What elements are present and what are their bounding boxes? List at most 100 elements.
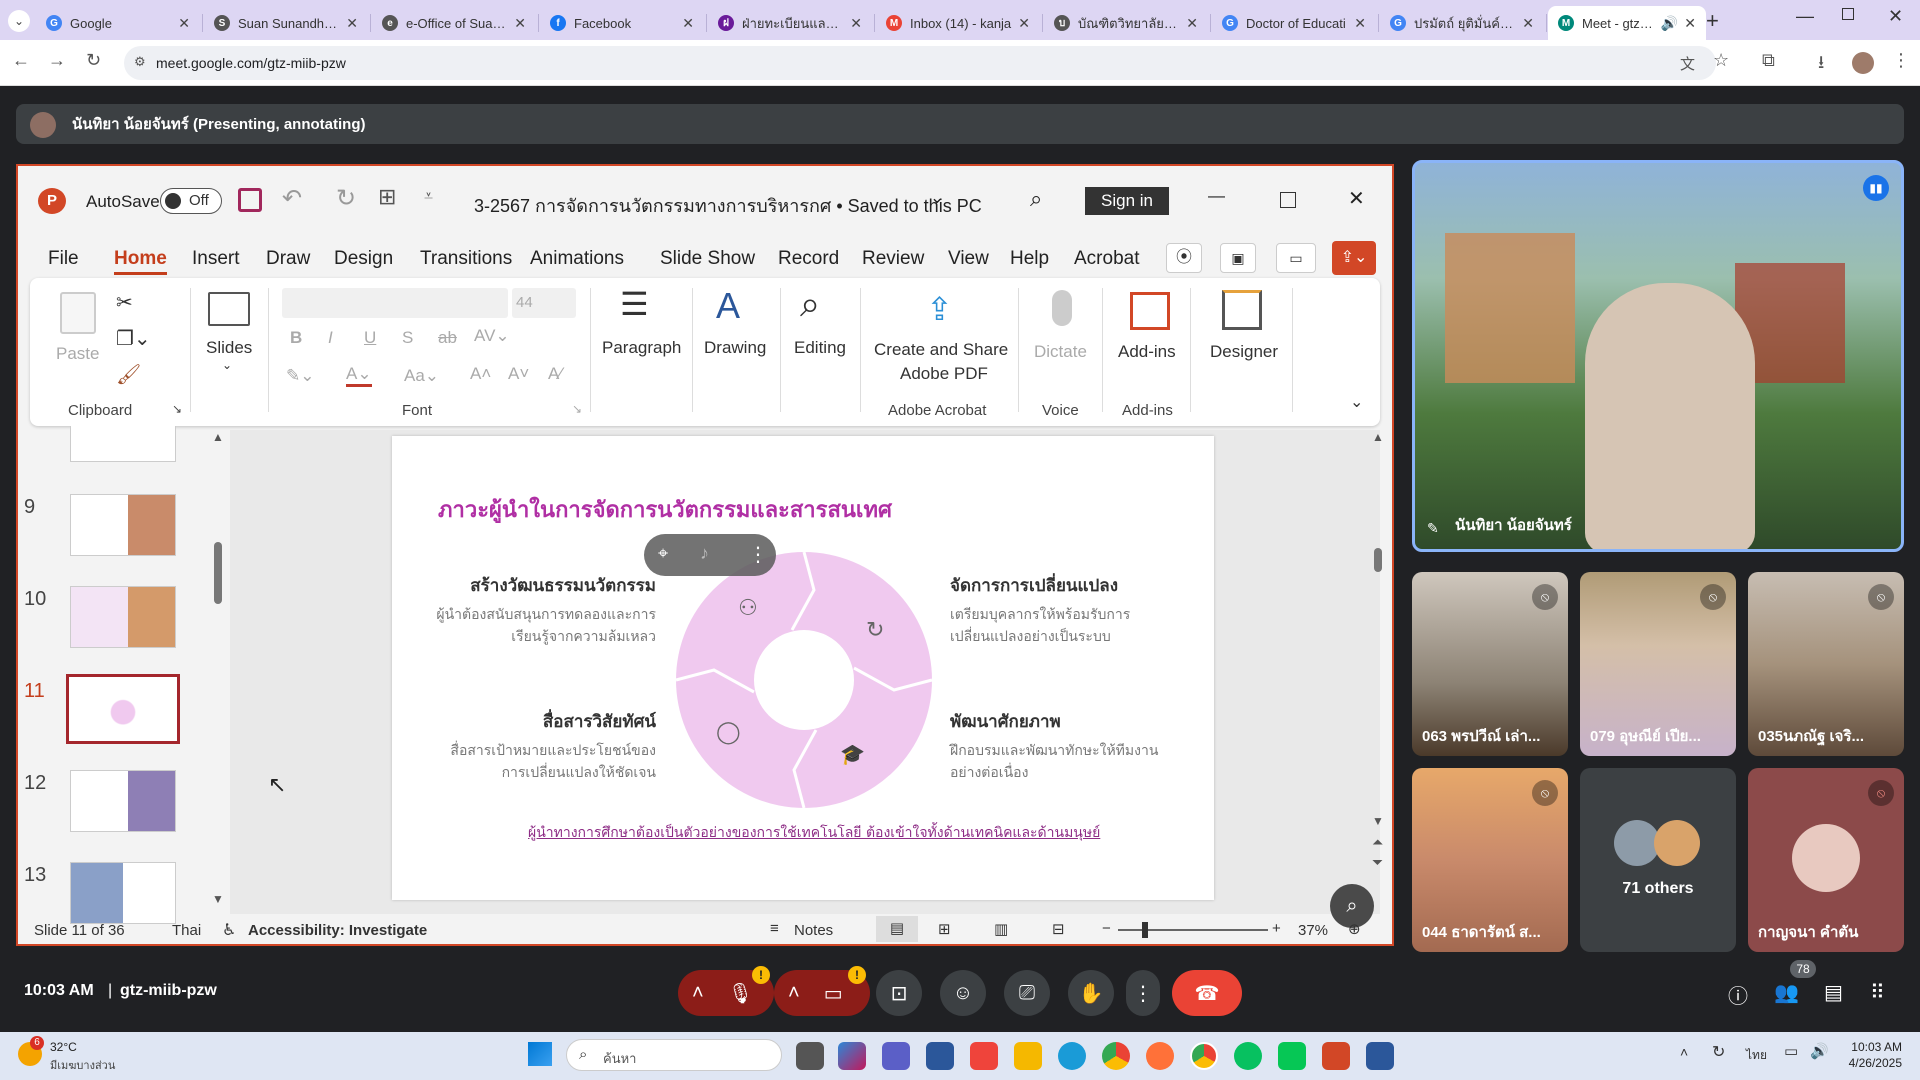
paste-icon[interactable] — [60, 292, 96, 334]
ppt-maximize-button[interactable] — [1280, 192, 1296, 208]
more-options-button[interactable]: ⋮ — [1126, 970, 1160, 1016]
participant-tile-3[interactable]: ⦸ 035นภณัฐ เจริ... — [1748, 572, 1904, 756]
record-button[interactable]: ⦿ — [1166, 243, 1202, 273]
zoom-out-icon[interactable]: − — [1102, 920, 1111, 937]
address-bar[interactable]: ⚙ meet.google.com/gtz-miib-pzw — [124, 46, 1716, 80]
language-status[interactable]: Thai — [172, 922, 201, 939]
tab-close-icon[interactable]: ✕ — [1684, 15, 1696, 32]
bold-icon[interactable]: B — [290, 328, 302, 348]
slide-thumbnail[interactable] — [70, 586, 176, 648]
extensions-icon[interactable]: ⧉ — [1762, 50, 1775, 71]
reload-icon[interactable]: ↻ — [86, 50, 101, 71]
slide-thumbnail-8[interactable] — [70, 426, 176, 462]
notes-icon[interactable]: ≡ — [770, 920, 779, 937]
browser-tab[interactable]: M Meet - gtz-m 🔊 ✕ — [1548, 6, 1706, 40]
underline-icon[interactable]: U — [364, 328, 376, 348]
slide-thumbnail[interactable] — [70, 494, 176, 556]
participant-tile-4[interactable]: ⦸ 044 ธาดารัตน์ ส... — [1412, 768, 1568, 952]
network-icon[interactable]: ▭ — [1784, 1042, 1798, 1060]
paragraph-icon[interactable]: ☰ — [620, 288, 649, 320]
menu-tab-view[interactable]: View — [948, 248, 989, 270]
title-chevron-icon[interactable]: ⌄ — [930, 188, 944, 208]
edge-icon[interactable] — [1058, 1042, 1086, 1070]
format-painter-icon[interactable]: 🖌 — [116, 362, 141, 387]
anydesk-icon[interactable] — [970, 1042, 998, 1070]
captions-button[interactable]: ⊡ — [876, 970, 922, 1016]
slide-thumbnail[interactable] — [66, 674, 180, 744]
store-icon[interactable] — [926, 1042, 954, 1070]
menu-tab-review[interactable]: Review — [862, 248, 924, 270]
browser-tab[interactable]: S Suan Sunandha R ✕ — [204, 6, 368, 40]
reading-view-icon[interactable]: ▥ — [994, 920, 1008, 938]
create-share-label-1[interactable]: Create and Share — [874, 340, 1008, 360]
leave-call-button[interactable]: ☎ — [1172, 970, 1242, 1016]
font-size-box[interactable]: 44 — [512, 288, 576, 318]
clock-date[interactable]: 4/26/2025 — [1832, 1056, 1902, 1070]
drawing-icon[interactable]: A — [716, 286, 740, 326]
minimize-window-button[interactable]: — — [1796, 6, 1814, 27]
tab-close-icon[interactable]: ✕ — [1522, 15, 1534, 32]
font-color-icon[interactable]: A⌄ — [346, 364, 372, 387]
adobe-pdf-icon[interactable]: ⇪ — [926, 290, 953, 328]
slide-scrollbar-thumb[interactable] — [1374, 548, 1382, 572]
tray-sync-icon[interactable]: ↻ — [1712, 1042, 1725, 1062]
teams-icon[interactable] — [882, 1042, 910, 1070]
share-button[interactable]: ⇪⌄ — [1332, 241, 1376, 275]
browser-tab[interactable]: f Facebook ✕ — [540, 6, 704, 40]
word-icon[interactable] — [1366, 1042, 1394, 1070]
browser-tab[interactable]: บ บัณฑิตวิทยาลัย มหา ✕ — [1044, 6, 1208, 40]
designer-icon[interactable] — [1222, 290, 1262, 330]
drawing-label[interactable]: Drawing — [704, 338, 766, 358]
slides-label[interactable]: Slides — [206, 338, 252, 358]
char-spacing-icon[interactable]: AV⌄ — [474, 326, 510, 346]
menu-tab-draw[interactable]: Draw — [266, 248, 310, 270]
menu-tab-animations[interactable]: Animations — [530, 248, 624, 270]
customize-qat-icon[interactable]: ⩡ — [424, 188, 433, 206]
others-tile[interactable]: 71 others — [1580, 768, 1736, 952]
translate-icon[interactable]: 文 — [1680, 53, 1695, 74]
browser-tab[interactable]: G ปรมัตถ์ ยุติมั่นค์ - ต้ ✕ — [1380, 6, 1544, 40]
accessibility-status[interactable]: Accessibility: Investigate — [248, 922, 427, 939]
search-icon[interactable]: ⌕ — [1030, 186, 1042, 212]
pin-icon[interactable]: ✎ — [1427, 520, 1439, 537]
back-icon[interactable]: ← — [12, 50, 30, 71]
shadow-icon[interactable]: S — [402, 328, 413, 348]
participant-tile-2[interactable]: ⦸ 079 อุษณีย์ เปีย... — [1580, 572, 1736, 756]
clear-format-icon[interactable]: A⁄ — [548, 364, 562, 384]
menu-tab-file[interactable]: File — [48, 248, 79, 270]
meeting-info-icon[interactable]: ⓘ — [1728, 980, 1748, 1009]
undo-icon[interactable]: ↶ — [282, 184, 302, 213]
tab-close-icon[interactable]: ✕ — [682, 15, 694, 32]
browser-tab[interactable]: M Inbox (14) - kanja ✕ — [876, 6, 1040, 40]
menu-tab-design[interactable]: Design — [334, 248, 393, 270]
zoom-slider[interactable] — [1118, 929, 1268, 931]
volume-icon[interactable]: 🔊 — [1810, 1042, 1829, 1060]
menu-tab-acrobat[interactable]: Acrobat — [1074, 248, 1139, 270]
slide-thumbnail[interactable] — [70, 862, 176, 924]
tab-close-icon[interactable]: ✕ — [514, 15, 526, 32]
tab-close-icon[interactable]: ✕ — [1186, 15, 1198, 32]
present-icon[interactable]: ⊞ — [378, 184, 396, 210]
thumb-scrollbar-down[interactable]: ▼ — [212, 892, 224, 906]
strikethrough-icon[interactable]: ab — [438, 328, 457, 348]
mic-off-icon[interactable]: 🎙 — [728, 981, 753, 1006]
present-button[interactable]: ⎚ — [1004, 970, 1050, 1016]
prev-slide-button[interactable]: ⏶ — [1372, 834, 1383, 851]
zoom-slider-thumb[interactable] — [1142, 922, 1148, 938]
activities-icon[interactable]: ⠿ — [1870, 980, 1885, 1005]
browser-tab[interactable]: ฝ ฝ่ายทะเบียนและประเ ✕ — [708, 6, 872, 40]
tab-close-icon[interactable]: ✕ — [850, 15, 862, 32]
chat-icon[interactable]: ▤ — [1824, 980, 1843, 1005]
italic-icon[interactable]: I — [328, 328, 333, 348]
menu-tab-transitions[interactable]: Transitions — [420, 248, 512, 270]
firefox-icon[interactable] — [1146, 1042, 1174, 1070]
taskbar-search[interactable]: ⌕ ค้นหา — [566, 1039, 782, 1071]
increase-font-icon[interactable]: A˄ — [470, 364, 491, 384]
wechat-icon[interactable] — [1234, 1042, 1262, 1070]
designer-label[interactable]: Designer — [1210, 342, 1278, 362]
decrease-font-icon[interactable]: A˅ — [508, 364, 529, 384]
fit-slide-icon[interactable]: ⊕ — [1348, 920, 1361, 938]
addins-label[interactable]: Add-ins — [1118, 342, 1176, 362]
input-language[interactable]: ไทย — [1746, 1046, 1767, 1065]
tab-audio-icon[interactable]: 🔊 — [1661, 15, 1678, 32]
